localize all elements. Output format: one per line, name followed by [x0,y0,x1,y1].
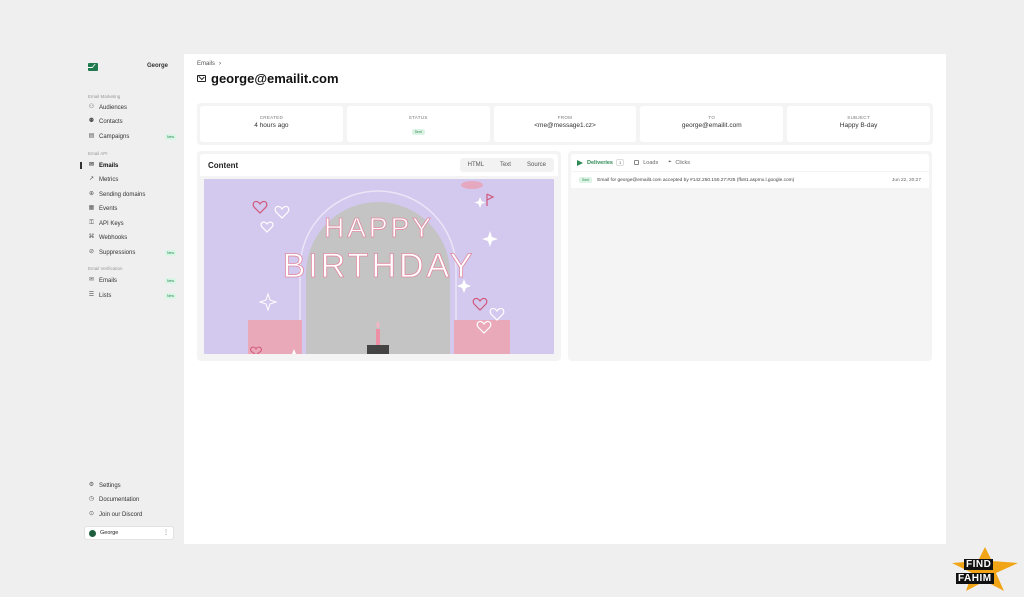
sidebar-item-events[interactable]: ▦ Events [88,203,176,214]
page-title: george@emailit.com [211,71,339,86]
sidebar-item-api-keys[interactable]: ⚿ API Keys [88,218,176,229]
chart-icon: ↗ [88,176,95,182]
section-email-marketing: Email Marketing [88,94,121,99]
tab-html[interactable]: HTML [460,162,492,168]
sidebar-item-emails[interactable]: ✉ Emails [80,160,176,171]
sidebar-item-metrics[interactable]: ↗ Metrics [88,174,176,185]
status-badge: Sent [411,129,425,135]
sidebar-item-documentation[interactable]: ◷ Documentation [88,494,176,505]
content-header: Content HTML Text Source [200,154,558,176]
breadcrumb-emails[interactable]: Emails [197,61,215,67]
cursor-click-icon: ⌖ [668,159,672,165]
info-from: FROM <me@message1.cz> [493,106,637,142]
sidebar-item-campaigns[interactable]: ▤ Campaigns New [88,131,176,142]
emailit-logo-icon [88,63,98,71]
send-icon [577,159,583,166]
main-panel: Emails › george@emailit.com CREATED 4 hou… [184,54,946,544]
event-row[interactable]: Sent Email for george@emailit.com accept… [571,172,929,188]
event-message: Email for george@emailit.com accepted by… [597,177,795,183]
sidebar-item-suppressions[interactable]: ⊘ Suppressions New [88,247,176,258]
content-tabs: HTML Text Source [459,158,554,172]
watermark-line-1: FIND [964,559,994,570]
tab-clicks[interactable]: ⌖ Clicks [668,159,690,166]
globe-icon: ⊕ [88,191,95,197]
user-menu[interactable]: George ⋮ [84,526,174,540]
webhook-icon: ⌘ [88,234,95,240]
events-panel: Deliveries 1 Loads ⌖ Clicks Sent Email f… [568,151,932,361]
new-badge: New [164,278,176,284]
mail-icon: ✉ [88,162,95,168]
page-title-row: george@emailit.com [197,71,339,86]
section-email-verification: Email Verification [88,266,123,271]
mail-icon: ✉ [88,277,95,283]
key-icon: ⚿ [89,220,94,226]
info-status: STATUS Sent [346,106,490,142]
info-created: CREATED 4 hours ago [200,106,343,142]
tab-source[interactable]: Source [519,162,554,168]
discord-icon: ⊙ [88,511,95,517]
findfahim-watermark: FIND FAHIM [950,545,1020,593]
suppression-icon: ⊘ [88,249,95,255]
info-to: TO george@emailit.com [640,106,784,142]
birthday-card-image: HAPPY BIRTHDAY [204,179,554,354]
campaigns-icon: ▤ [88,133,95,139]
list-icon: ☰ [88,292,95,298]
info-subject: SUBJECT Happy B-day [787,106,930,142]
sidebar-item-verification-emails[interactable]: ✉ Emails New [88,275,176,286]
brand[interactable]: George [88,62,182,76]
breadcrumb[interactable]: Emails › [197,61,221,67]
gear-icon: ⚙ [88,482,95,488]
tab-text[interactable]: Text [492,162,519,168]
envelope-icon [197,75,206,82]
sidebar-item-contacts[interactable]: ⚉ Contacts [88,116,176,127]
more-vertical-icon[interactable]: ⋮ [163,529,169,536]
content-panel: Content HTML Text Source HAPPY BIRTHDAY [197,151,561,361]
sidebar: George Email Marketing ⚇ Audiences ⚉ Conta… [78,54,182,544]
brand-name: George [146,63,168,69]
event-status-badge: Sent [579,177,593,183]
watermark-line-2: FAHIM [956,573,994,584]
deliveries-count: 1 [616,159,625,166]
email-info-strip: CREATED 4 hours ago STATUS Sent FROM <me… [197,103,933,145]
preview-line-2: BIRTHDAY [283,247,476,285]
email-preview[interactable]: HAPPY BIRTHDAY [204,179,554,354]
tab-loads[interactable]: Loads [634,160,658,166]
copy-icon [634,160,640,165]
chevron-right-icon: › [219,61,222,67]
events-icon: ▦ [88,205,95,211]
new-badge: New [164,250,176,256]
content-title: Content [208,161,239,170]
new-badge: New [164,293,176,299]
event-time: Jun 22, 20:27 [891,177,921,183]
docs-icon: ◷ [88,496,95,502]
tab-deliveries[interactable]: Deliveries 1 [577,159,625,166]
user-name: George [100,530,119,536]
avatar [89,529,96,537]
audience-icon: ⚇ [88,104,95,110]
sidebar-item-sending-domains[interactable]: ⊕ Sending domains [88,189,176,200]
sidebar-item-lists[interactable]: ☰ Lists New [88,290,176,301]
new-badge: New [164,134,176,140]
preview-line-1: HAPPY [324,212,434,243]
contacts-icon: ⚉ [88,118,95,124]
section-email-api: Email API [88,151,108,156]
events-tabs: Deliveries 1 Loads ⌖ Clicks [571,154,929,171]
sidebar-item-audiences[interactable]: ⚇ Audiences [88,102,176,113]
sidebar-item-webhooks[interactable]: ⌘ Webhooks [88,232,176,243]
sidebar-item-discord[interactable]: ⊙ Join our Discord [88,509,176,520]
sidebar-item-settings[interactable]: ⚙ Settings [88,480,176,491]
